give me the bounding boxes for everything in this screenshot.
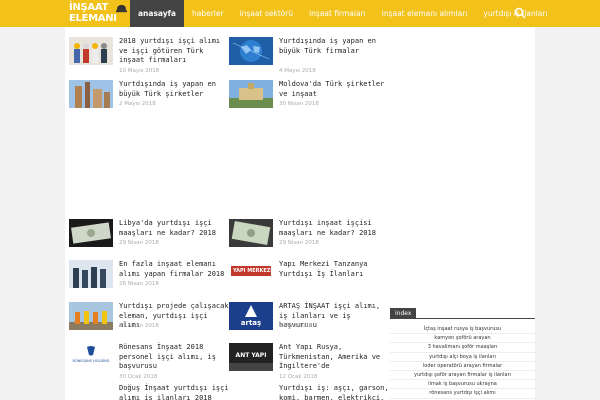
post-title[interactable]: Rönesans İnşaat 2018 personel işçi alımı… (119, 343, 229, 372)
post-thumbnail[interactable]: artaş (229, 302, 273, 330)
post-thumbnail[interactable] (69, 80, 113, 108)
post-date: 12 Ocak 2018 (279, 374, 318, 380)
post-date: 30 Nisan 2018 (279, 101, 319, 107)
post-title[interactable]: Moldova'da Türk şirketler ve inşaat (279, 80, 389, 99)
post-title[interactable]: Libya'da yurtdışı işçi maaşları ne kadar… (119, 219, 229, 238)
post-title[interactable]: 2018 yurtdışı işçi alımı ve işçi götüren… (119, 37, 229, 66)
post-card[interactable]: Yurtdışı inşaat işçisi maaşları ne kadar… (229, 219, 387, 251)
post-title[interactable]: En fazla inşaat elemanı alımı yapan firm… (119, 260, 229, 279)
post-date: 10 Mayıs 2018 (119, 68, 160, 74)
nav-item-insaat-firmalari[interactable]: inşaat firmaları (301, 0, 374, 27)
tag-link[interactable]: İçtaş inşaat rusya iş başvurusu (390, 325, 535, 335)
post-card[interactable]: artaş ARTAŞ İNŞAAT işçi alımı, iş ilanla… (229, 302, 387, 334)
tag-link[interactable]: kamyon şoförü arayan (390, 334, 535, 344)
post-card[interactable]: YAPI MERKEZİ Yapı Merkezi Tanzanya Yurtd… (229, 260, 387, 292)
tag-link[interactable]: loder operatörü arayan firmalar (390, 362, 535, 372)
post-thumbnail[interactable]: RÖNESANS HOLDİNG (69, 343, 113, 371)
ronesans-logo-text: RÖNESANS HOLDİNG (72, 359, 110, 363)
post-date: 21 Nisan 2018 (119, 323, 159, 329)
helmet-icon (116, 4, 127, 13)
main-nav: anasayfa haberler inşaat sektörü inşaat … (130, 0, 556, 27)
tag-link[interactable]: 3 havalimanı şoför maaşları (390, 343, 535, 353)
post-thumbnail[interactable] (69, 219, 113, 247)
nav-item-haberler[interactable]: haberler (184, 0, 232, 27)
post-title[interactable]: Yurtdışı iş: aşçı, garson, komi, barmen,… (279, 384, 389, 400)
post-card[interactable]: 2018 yurtdışı işçi alımı ve işçi götüren… (69, 37, 229, 74)
post-card[interactable]: ANT YAPI Ant Yapı Rusya, Türkmenistan, A… (229, 343, 389, 380)
tag-link[interactable]: rönesans yurtdışı işçi alımı (390, 389, 535, 399)
search-icon[interactable] (514, 7, 526, 19)
post-date: 30 Ocak 2018 (119, 374, 158, 380)
post-card[interactable]: Libya'da yurtdışı işçi maaşları ne kadar… (69, 219, 227, 251)
tag-link[interactable]: yurtdışı şoför arayan firmalar iş ilanla… (390, 371, 535, 381)
logo-line-2: ELEMANI (69, 13, 117, 24)
post-thumbnail[interactable] (229, 37, 273, 65)
post-date: 4 Mayıs 2018 (279, 68, 316, 74)
post-date: 2 Mart 2018 (279, 323, 313, 329)
post-thumbnail[interactable] (69, 302, 113, 330)
nav-item-insaat-sektoru[interactable]: inşaat sektörü (232, 0, 302, 27)
nav-item-insaat-elemani-alimlari[interactable]: inşaat elemanı alımları (374, 0, 476, 27)
post-title[interactable]: Yurtdışında iş yapan en büyük Türk şirke… (119, 80, 229, 99)
logo-line-1: İNŞAAT (69, 2, 109, 13)
post-title[interactable]: Ant Yapı Rusya, Türkmenistan, Amerika ve… (279, 343, 389, 372)
artas-logo-text: artaş (240, 319, 262, 327)
post-date: 2 Mayıs 2018 (119, 101, 156, 107)
tag-link[interactable]: yurtdışı alçı boya iş ilanları (390, 353, 535, 362)
post-card[interactable]: Yurtdışında iş yapan en büyük Türk firma… (229, 37, 389, 74)
post-thumbnail[interactable]: YAPI MERKEZİ (229, 260, 273, 288)
post-title[interactable]: Yurtdışı inşaat işçisi maaşları ne kadar… (279, 219, 389, 238)
post-thumbnail[interactable] (69, 37, 113, 65)
ant-yapi-logo-text: ANT YAPI (235, 352, 267, 359)
post-date: 29 Nisan 2018 (119, 240, 159, 246)
post-card[interactable]: Yurtdışı projede çalışacak eleman, yurtd… (69, 302, 229, 334)
post-thumbnail[interactable]: ANT YAPI (229, 343, 273, 371)
top-navbar: İNŞAAT ELEMANI anasayfa haberler inşaat … (0, 0, 600, 27)
sidebar-divider (390, 318, 535, 319)
post-thumbnail[interactable] (229, 80, 273, 108)
post-thumbnail[interactable] (69, 260, 113, 288)
post-title[interactable]: Yapı Merkezi Tanzanya Yurtdışı İş İlanla… (279, 260, 389, 279)
post-card[interactable]: Doğuş İnşaat yurtdışı işçi alımı iş ilan… (69, 384, 229, 400)
sidebar: index İçtaş inşaat rusya iş başvurusu ka… (390, 27, 535, 400)
page-background-right (535, 27, 600, 400)
tag-link[interactable]: limak iş başvurusu ukrayna (390, 380, 535, 390)
main-content: 2018 yurtdışı işçi alımı ve işçi götüren… (65, 27, 390, 400)
post-card[interactable]: Moldova'da Türk şirketler ve inşaat 30 N… (229, 80, 387, 112)
post-card[interactable]: RÖNESANS HOLDİNG Rönesans İnşaat 2018 pe… (69, 343, 229, 380)
post-card[interactable]: En fazla inşaat elemanı alımı yapan firm… (69, 260, 227, 292)
post-card[interactable]: Yurtdışı iş: aşçı, garson, komi, barmen,… (229, 384, 389, 400)
post-date: 26 Nisan 2018 (119, 281, 159, 287)
post-date: 29 Nisan 2018 (279, 240, 319, 246)
post-card[interactable]: Yurtdışında iş yapan en büyük Türk şirke… (69, 80, 227, 112)
yapi-merkezi-logo-text: YAPI MERKEZİ (233, 268, 273, 274)
site-logo[interactable]: İNŞAAT ELEMANI (66, 1, 128, 26)
nav-item-anasayfa[interactable]: anasayfa (130, 0, 184, 27)
post-title[interactable]: Yurtdışında iş yapan en büyük Türk firma… (279, 37, 389, 56)
tag-list: İçtaş inşaat rusya iş başvurusu kamyon ş… (390, 325, 535, 399)
post-thumbnail[interactable] (229, 219, 273, 247)
post-title[interactable]: Doğuş İnşaat yurtdışı işçi alımı iş ilan… (119, 384, 229, 400)
